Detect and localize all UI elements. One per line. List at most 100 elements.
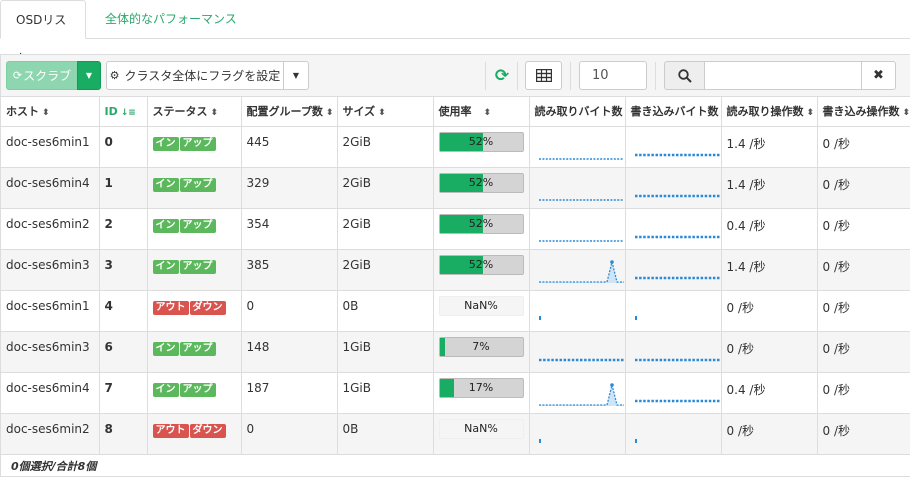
close-icon: ✖ <box>873 68 884 83</box>
refresh-icon: ⟳ <box>495 66 509 86</box>
cluster-flags-button[interactable]: ⚙ クラスタ全体にフラグを設定 <box>106 61 284 90</box>
cell-read-ops: 1.4 /秒 <box>721 167 817 208</box>
table-row[interactable]: doc-ses6min36インアップ1481GiB7%0 /秒0 /秒 <box>1 331 910 372</box>
cell-size: 2GiB <box>337 208 433 249</box>
cell-write-bytes <box>625 208 721 249</box>
clear-search-button[interactable]: ✖ <box>861 61 896 90</box>
cell-id: 2 <box>99 208 147 249</box>
cell-write-ops: 0 /秒 <box>817 249 910 290</box>
search-input[interactable] <box>704 61 862 90</box>
sort-icon: ⬍ <box>42 108 50 118</box>
cluster-flags-label: クラスタ全体にフラグを設定 <box>125 67 281 84</box>
table-header-row: ホスト⬍ ID↓≡ ステータス⬍ 配置グループ数⬍ サイズ⬍ 使用率⬍ 読み取り… <box>1 97 910 126</box>
cell-write-ops: 0 /秒 <box>817 331 910 372</box>
cell-size: 0B <box>337 413 433 454</box>
refresh-button[interactable]: ⟳ <box>490 61 514 90</box>
scrub-button[interactable]: ⟳ スクラブ <box>6 61 78 90</box>
cell-size: 0B <box>337 290 433 331</box>
usage-bar: NaN% <box>439 419 524 439</box>
sparkline-chart <box>630 420 722 450</box>
table-row[interactable]: doc-ses6min41インアップ3292GiB52%1.4 /秒0 /秒 <box>1 167 910 208</box>
status-badge: イン <box>153 219 179 233</box>
search-icon <box>678 69 692 83</box>
cell-read-ops: 1.4 /秒 <box>721 126 817 167</box>
cell-usage: NaN% <box>433 413 529 454</box>
cell-pgs: 148 <box>241 331 337 372</box>
cell-write-ops: 0 /秒 <box>817 208 910 249</box>
sparkline-chart <box>630 379 722 409</box>
cell-id: 6 <box>99 331 147 372</box>
cell-size: 2GiB <box>337 167 433 208</box>
tab-bar: OSDリスト 全体的なパフォーマンス <box>0 0 910 39</box>
usage-bar: 7% <box>439 337 524 357</box>
usage-label: 52% <box>440 217 523 230</box>
col-id[interactable]: ID↓≡ <box>99 97 147 126</box>
col-size[interactable]: サイズ⬍ <box>337 97 433 126</box>
status-badge: イン <box>153 260 179 274</box>
tab-osd-list[interactable]: OSDリスト <box>0 0 86 39</box>
cell-host: doc-ses6min3 <box>1 331 99 372</box>
cell-size: 2GiB <box>337 126 433 167</box>
cell-id: 4 <box>99 290 147 331</box>
cell-read-ops: 0.4 /秒 <box>721 208 817 249</box>
cell-usage: 52% <box>433 208 529 249</box>
cell-size: 2GiB <box>337 249 433 290</box>
status-badge: アップ <box>180 178 216 192</box>
cluster-flags-dropdown-button[interactable]: ▼ <box>283 61 309 90</box>
table-row[interactable]: doc-ses6min33インアップ3852GiB52%1.4 /秒0 /秒 <box>1 249 910 290</box>
sort-icon: ⬍ <box>807 108 815 118</box>
col-status[interactable]: ステータス⬍ <box>147 97 241 126</box>
table-columns-button[interactable] <box>525 61 562 90</box>
cell-write-bytes <box>625 126 721 167</box>
status-badge: アウト <box>153 424 189 438</box>
table-row[interactable]: doc-ses6min22インアップ3542GiB52%0.4 /秒0 /秒 <box>1 208 910 249</box>
toolbar-divider <box>655 62 656 90</box>
table-row[interactable]: doc-ses6min28アウトダウン00BNaN%0 /秒0 /秒 <box>1 413 910 454</box>
sort-icon: ⬍ <box>484 108 492 118</box>
col-host[interactable]: ホスト⬍ <box>1 97 99 126</box>
tab-overall-performance[interactable]: 全体的なパフォーマンス <box>90 0 252 39</box>
cell-pgs: 385 <box>241 249 337 290</box>
cell-read-ops: 0.4 /秒 <box>721 372 817 413</box>
cell-write-bytes <box>625 167 721 208</box>
cell-id: 0 <box>99 126 147 167</box>
status-badge: アップ <box>180 342 216 356</box>
cell-usage: 52% <box>433 249 529 290</box>
cell-host: doc-ses6min4 <box>1 372 99 413</box>
sparkline-chart <box>534 174 626 204</box>
cell-id: 8 <box>99 413 147 454</box>
table-row[interactable]: doc-ses6min10インアップ4452GiB52%1.4 /秒0 /秒 <box>1 126 910 167</box>
usage-label: 7% <box>440 340 523 353</box>
col-read-bytes[interactable]: 読み取りバイト数⬍ <box>529 97 625 126</box>
status-badge: アップ <box>180 137 216 151</box>
cell-write-bytes <box>625 290 721 331</box>
cell-status: アウトダウン <box>147 290 241 331</box>
cell-write-ops: 0 /秒 <box>817 167 910 208</box>
sparkline-chart <box>630 338 722 368</box>
table-row[interactable]: doc-ses6min14アウトダウン00BNaN%0 /秒0 /秒 <box>1 290 910 331</box>
status-badge: アップ <box>180 383 216 397</box>
sparkline-chart <box>630 297 722 327</box>
col-write-bytes[interactable]: 書き込みバイト数⬍ <box>625 97 721 126</box>
cell-usage: 52% <box>433 126 529 167</box>
status-badge: イン <box>153 342 179 356</box>
search-button[interactable] <box>664 61 705 90</box>
cell-status: インアップ <box>147 331 241 372</box>
cell-read-ops: 0 /秒 <box>721 413 817 454</box>
page-size-input[interactable]: 10 <box>579 61 647 90</box>
cell-pgs: 354 <box>241 208 337 249</box>
usage-bar: NaN% <box>439 296 524 316</box>
sort-icon: ⬍ <box>211 108 219 118</box>
col-write-ops[interactable]: 書き込み操作数⬍ <box>817 97 910 126</box>
sort-ascending-icon: ↓≡ <box>121 108 136 118</box>
cell-host: doc-ses6min3 <box>1 249 99 290</box>
col-usage[interactable]: 使用率⬍ <box>433 97 529 126</box>
col-pgs[interactable]: 配置グループ数⬍ <box>241 97 337 126</box>
table-row[interactable]: doc-ses6min47インアップ1871GiB17%0.4 /秒0 /秒 <box>1 372 910 413</box>
cell-read-ops: 0 /秒 <box>721 331 817 372</box>
cell-write-ops: 0 /秒 <box>817 372 910 413</box>
table-icon <box>536 69 552 82</box>
cell-pgs: 0 <box>241 413 337 454</box>
scrub-dropdown-button[interactable]: ▼ <box>77 61 101 90</box>
col-read-ops[interactable]: 読み取り操作数⬍ <box>721 97 817 126</box>
